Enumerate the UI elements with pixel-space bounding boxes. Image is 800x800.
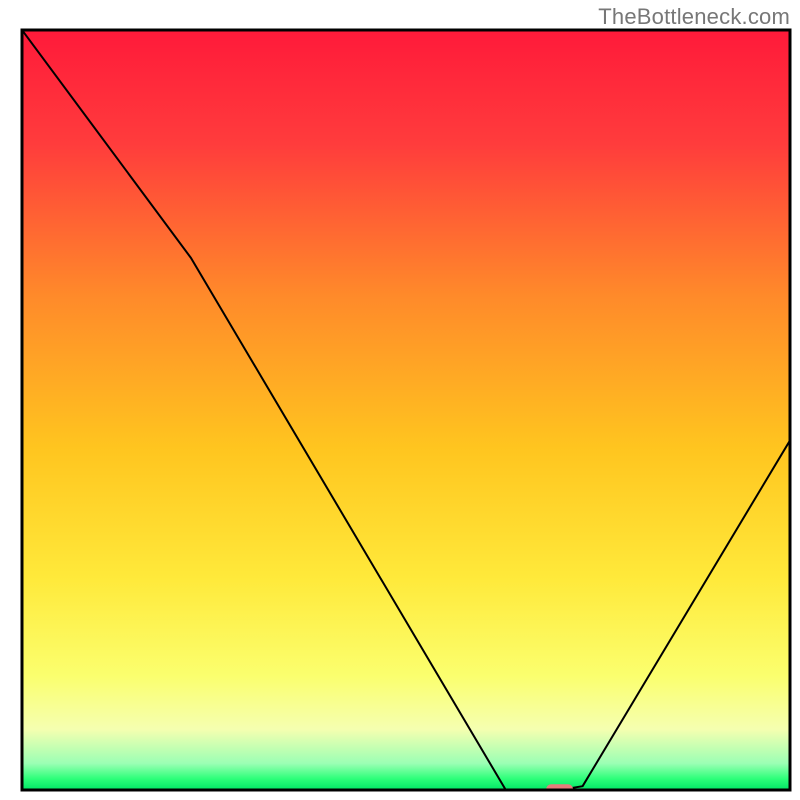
bottleneck-chart — [0, 0, 800, 800]
watermark-text: TheBottleneck.com — [598, 4, 790, 30]
chart-container: TheBottleneck.com — [0, 0, 800, 800]
gradient-background — [22, 30, 790, 790]
